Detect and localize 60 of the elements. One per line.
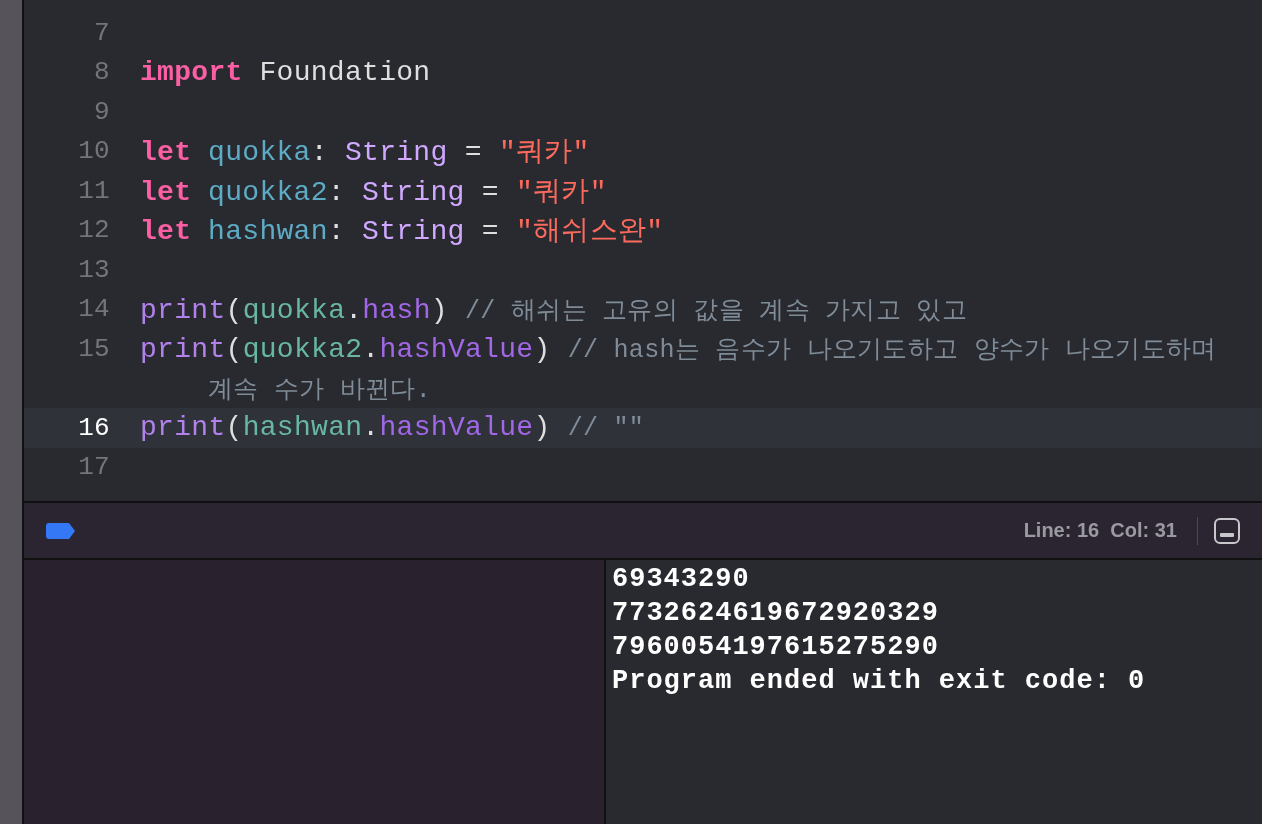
string-literal: "해쉬스완": [516, 216, 664, 248]
function-name: print: [140, 294, 226, 326]
code-comment: // "": [567, 414, 645, 444]
keyword-text: let: [140, 176, 192, 208]
line-number: 8: [93, 57, 110, 88]
function-name: print: [140, 412, 226, 444]
property-name: hash: [362, 294, 431, 326]
keyword-text: import: [140, 56, 243, 88]
line-number: 10: [77, 136, 110, 167]
line-number: 9: [93, 96, 110, 127]
line-number: 15: [77, 333, 110, 364]
type-text: String: [362, 176, 465, 208]
line-number: 11: [77, 175, 110, 206]
breakpoint-tag-icon[interactable]: [46, 522, 76, 539]
code-text: :: [327, 216, 346, 248]
line-number: 13: [77, 254, 110, 285]
code-text: .: [362, 334, 380, 366]
code-comment: // 해쉬는 고유의 값을 계속 가지고 있고: [465, 296, 967, 326]
code-text: (: [225, 334, 243, 366]
line-number: 14: [77, 294, 110, 325]
keyword-text: let: [140, 216, 192, 248]
console-output: 69343290: [612, 563, 751, 596]
string-literal: "쿼카": [498, 137, 590, 169]
console-output: 7732624619672920329: [612, 597, 940, 630]
line-number: 12: [77, 215, 110, 246]
code-text: (: [225, 412, 243, 444]
code-text: :: [310, 137, 329, 169]
line-number: 16: [77, 412, 110, 443]
property-name: hashValue: [379, 412, 534, 444]
code-text: =: [480, 216, 500, 248]
code-text: .: [362, 412, 380, 444]
identifier-text: quokka: [208, 137, 311, 169]
cursor-position: Line: 16 Col: 31: [1023, 519, 1177, 542]
code-text: =: [463, 137, 483, 169]
code-text: :: [327, 176, 346, 208]
identifier-text: quokka2: [242, 334, 363, 366]
line-number: 17: [77, 452, 110, 483]
code-text: ): [430, 294, 449, 326]
identifier-text: quokka2: [208, 176, 328, 208]
line-number: 7: [93, 17, 110, 48]
type-text: String: [362, 216, 465, 248]
property-name: hashValue: [379, 334, 534, 366]
code-comment: // hash는 음수가 나오기도하고 양수가 나오기도하며: [567, 336, 1217, 366]
console-output: Program ended with exit code: 0: [612, 665, 1147, 698]
identifier-text: quokka: [242, 294, 346, 326]
code-text: ): [533, 412, 552, 444]
code-text: ): [533, 334, 552, 366]
code-text: =: [480, 176, 500, 208]
code-comment: 계속 수가 바뀐다.: [208, 375, 431, 405]
keyword-text: let: [140, 137, 192, 169]
code-text: (: [225, 294, 243, 326]
function-name: print: [140, 334, 226, 366]
code-text: Foundation: [259, 56, 431, 88]
type-text: String: [344, 137, 448, 169]
console-output: 7960054197615275290: [612, 631, 940, 664]
identifier-text: hashwan: [208, 216, 328, 248]
code-text: .: [345, 294, 363, 326]
string-literal: "쿼카": [516, 176, 607, 208]
identifier-text: hashwan: [242, 412, 363, 444]
panel-toggle-icon[interactable]: [1214, 517, 1240, 544]
